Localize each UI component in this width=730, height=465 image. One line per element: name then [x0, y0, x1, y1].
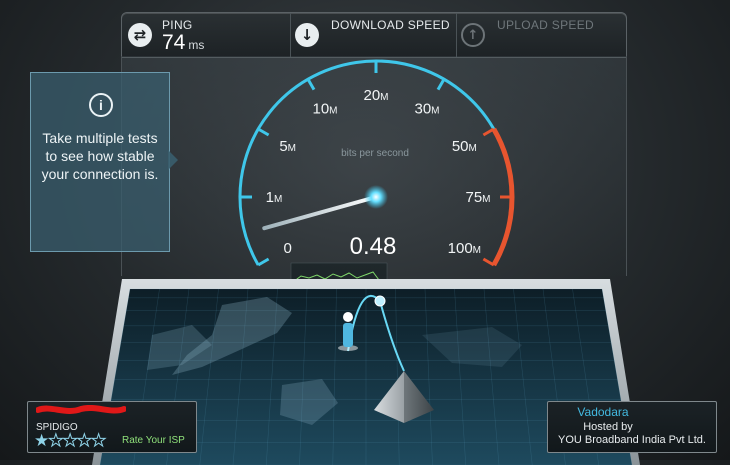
upload-label: UPLOAD SPEED [497, 18, 594, 32]
download-arrow-icon: ↓ [295, 23, 319, 47]
gauge-tick-label: 10M [312, 101, 337, 118]
gauge-tick-label: 50M [452, 138, 477, 155]
gauge-needle-hub [364, 185, 388, 209]
upload-arrow-icon: ↑ [461, 23, 485, 47]
gauge-tick [257, 257, 270, 267]
gauge-tick [306, 78, 316, 91]
gauge-unit-caption: bits per second [341, 148, 409, 159]
rating-star-icon[interactable]: ★ [62, 431, 78, 452]
isp-panel: SPIDIGO ★★★★★ Rate Your ISP [27, 401, 197, 453]
gauge-tick-label: 75M [465, 189, 490, 206]
info-tooltip: i Take multiple tests to see how stable … [30, 72, 170, 252]
rate-isp-link[interactable]: Rate Your ISP [122, 435, 185, 446]
rating-star-icon[interactable]: ★ [34, 431, 49, 451]
ping-icon: ⇄ [128, 23, 152, 47]
gauge-tick [257, 127, 270, 137]
gauge-tick-label: 30M [414, 101, 439, 118]
gauge-tick [482, 127, 495, 137]
server-panel: Vadodara Hosted by YOU Broadband India P… [547, 401, 717, 453]
ping-unit: ms [188, 38, 205, 52]
gauge-tick-label: 0 [283, 240, 291, 257]
speed-gauge: 0 1M 5M 10M 20M 30M 50M 75M 100M bits per second… [238, 59, 515, 288]
gauge-tick [482, 257, 495, 267]
gauge-tick [436, 78, 446, 91]
gauge-tick-label: 20M [363, 87, 388, 104]
upload-panel: ↑ UPLOAD SPEED [456, 13, 627, 57]
rating-star-icon[interactable]: ★ [48, 431, 64, 452]
rating-star-icon[interactable]: ★ [90, 431, 106, 452]
server-location-dot [374, 295, 386, 307]
redacted-scribble [36, 405, 126, 414]
download-label: DOWNLOAD SPEED [331, 18, 450, 32]
server-host-name: YOU Broadband India Pvt Ltd. [558, 434, 706, 446]
gauge-tick-label: 5M [279, 138, 296, 155]
ping-panel: ⇄ PING 74 ms [122, 13, 290, 57]
info-tooltip-arrow [168, 150, 178, 170]
hosted-by-label: Hosted by [583, 421, 633, 433]
gauge-readout: 0.48 [350, 233, 397, 260]
ping-value: 74 ms [162, 31, 205, 54]
ping-label: PING [162, 18, 193, 32]
isp-rating-stars[interactable]: ★★★★★ [34, 431, 107, 452]
test-status-header: ⇄ PING 74 ms ↓ DOWNLOAD SPEED ↑ UPLOAD SP… [121, 12, 627, 58]
download-panel: ↓ DOWNLOAD SPEED [290, 13, 457, 57]
info-text: Take multiple tests to see how stable yo… [41, 130, 159, 182]
info-icon: i [89, 93, 113, 117]
gauge-tick-label: 100M [448, 240, 481, 257]
gauge-tick-labels: 0 1M 5M 10M 20M 30M 50M 75M 100M [266, 87, 491, 257]
rating-star-icon[interactable]: ★ [76, 431, 92, 452]
server-city[interactable]: Vadodara [548, 405, 658, 419]
gauge-tick-label: 1M [266, 189, 283, 206]
